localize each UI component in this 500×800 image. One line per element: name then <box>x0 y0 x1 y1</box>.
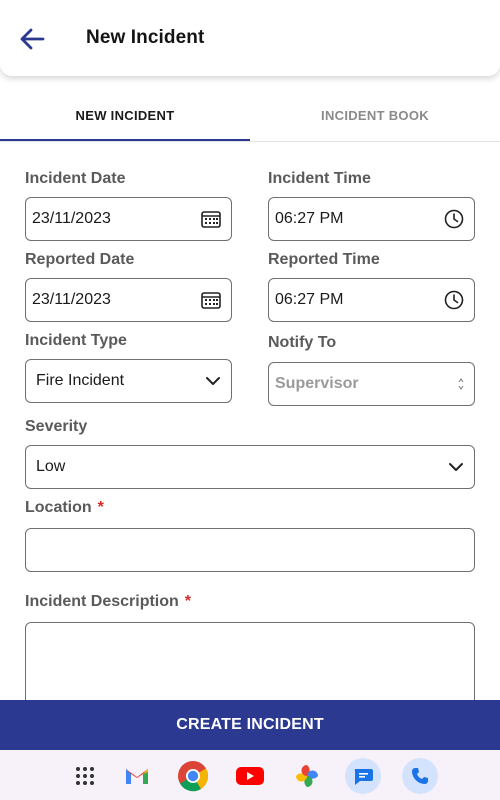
incident-date-field[interactable]: 23/11/2023 <box>25 197 232 241</box>
gmail-icon[interactable] <box>120 759 154 793</box>
incident-time-field[interactable]: 06:27 PM <box>268 197 475 241</box>
chevron-down-icon <box>205 376 221 386</box>
tab-bar: NEW INCIDENT INCIDENT BOOK <box>0 90 500 142</box>
app-dock <box>0 750 500 800</box>
calendar-icon[interactable] <box>201 210 221 228</box>
notify-to-placeholder: Supervisor <box>275 375 359 392</box>
incident-time-value: 06:27 PM <box>275 210 344 227</box>
severity-select[interactable]: Low <box>25 445 475 489</box>
app-drawer-icon[interactable] <box>68 759 102 793</box>
calendar-icon[interactable] <box>201 291 221 309</box>
phone-icon[interactable] <box>402 758 438 794</box>
required-mark: * <box>97 499 104 516</box>
location-label: Location * <box>25 499 104 517</box>
reported-date-label: Reported Date <box>25 251 135 268</box>
arrow-left-icon <box>19 28 45 50</box>
tab-new-incident[interactable]: NEW INCIDENT <box>0 90 250 140</box>
chevron-down-icon <box>448 462 464 472</box>
location-input[interactable] <box>25 528 475 572</box>
clock-icon[interactable] <box>444 209 464 229</box>
chrome-icon[interactable] <box>176 759 210 793</box>
reported-date-value: 23/11/2023 <box>32 291 111 308</box>
incident-date-value: 23/11/2023 <box>32 210 111 227</box>
incident-type-label: Incident Type <box>25 332 127 349</box>
clock-icon[interactable] <box>444 290 464 310</box>
photos-icon[interactable] <box>290 759 324 793</box>
youtube-icon[interactable] <box>233 759 267 793</box>
description-label-text: Incident Description <box>25 593 179 610</box>
active-tab-indicator <box>0 139 250 141</box>
notify-to-select[interactable]: Supervisor <box>268 362 475 406</box>
reported-time-value: 06:27 PM <box>275 291 344 308</box>
tab-incident-book[interactable]: INCIDENT BOOK <box>250 90 500 140</box>
back-button[interactable] <box>14 22 50 56</box>
messages-icon[interactable] <box>345 758 381 794</box>
reported-date-field[interactable]: 23/11/2023 <box>25 278 232 322</box>
severity-label: Severity <box>25 418 88 435</box>
description-label: Incident Description * <box>25 593 191 611</box>
severity-value: Low <box>36 458 66 475</box>
reported-time-field[interactable]: 06:27 PM <box>268 278 475 322</box>
incident-type-select[interactable]: Fire Incident <box>25 359 232 403</box>
create-incident-button[interactable]: CREATE INCIDENT <box>0 700 500 750</box>
location-label-text: Location <box>25 499 92 516</box>
scroll-arrows-icon <box>458 377 464 391</box>
incident-type-value: Fire Incident <box>36 372 125 389</box>
incident-date-label: Incident Date <box>25 170 126 187</box>
app-bar: New Incident <box>0 0 500 76</box>
reported-time-label: Reported Time <box>268 251 380 268</box>
notify-to-label: Notify To <box>268 334 337 351</box>
page-title: New Incident <box>86 27 205 48</box>
required-mark: * <box>184 593 192 610</box>
incident-time-label: Incident Time <box>268 170 371 187</box>
